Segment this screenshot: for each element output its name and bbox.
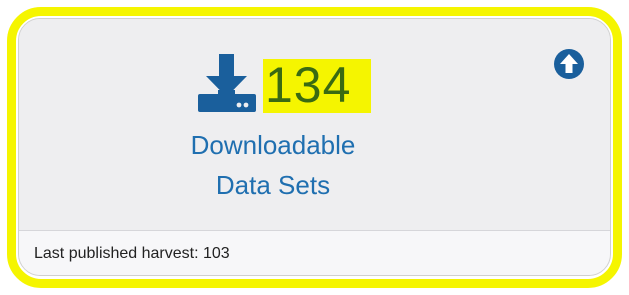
card-label-line1: Downloadable bbox=[190, 130, 356, 160]
downloadable-data-sets-card[interactable]: 134 Downloadable Data Sets Last publishe… bbox=[18, 18, 611, 276]
last-published-harvest: Last published harvest: 103 bbox=[34, 245, 230, 262]
card-footer: Last published harvest: 103 bbox=[19, 230, 610, 275]
count-value: 134 bbox=[265, 57, 352, 113]
download-icon bbox=[198, 54, 256, 112]
stage: 134 Downloadable Data Sets Last publishe… bbox=[0, 0, 629, 295]
card-main: 134 Downloadable Data Sets bbox=[19, 19, 610, 230]
card-label-line2: Data Sets bbox=[215, 170, 331, 200]
card-label[interactable]: Downloadable Data Sets bbox=[139, 125, 407, 205]
arrow-up-circle-icon[interactable] bbox=[553, 48, 585, 80]
